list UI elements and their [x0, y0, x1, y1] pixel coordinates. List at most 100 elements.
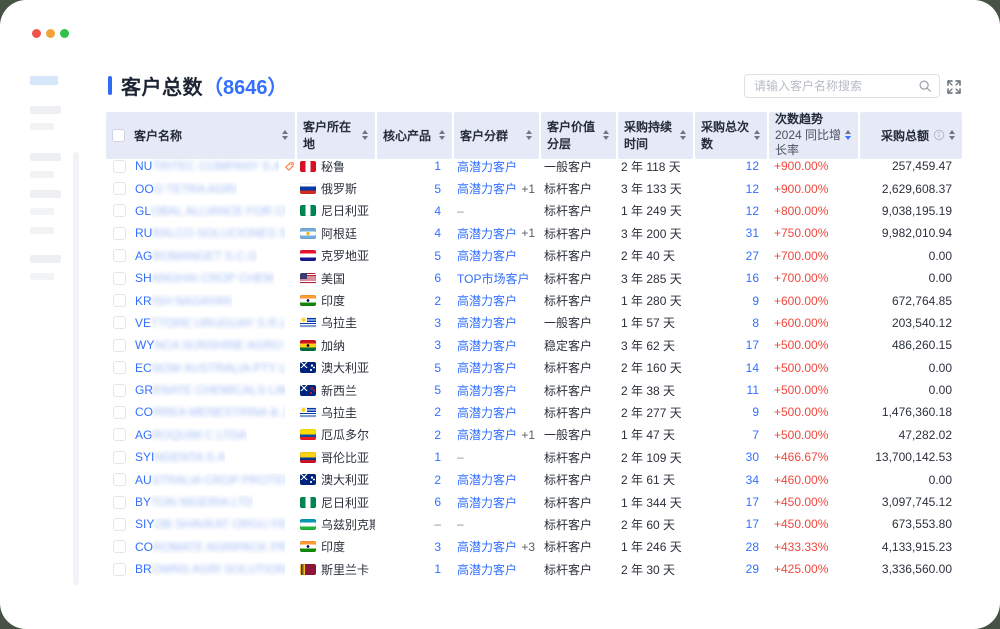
- sidebar-item[interactable]: [30, 255, 61, 263]
- purchase-count[interactable]: 8: [752, 316, 759, 330]
- segment-link[interactable]: –: [457, 204, 464, 218]
- segment-link[interactable]: –: [457, 517, 464, 531]
- column-header-location[interactable]: 客户所在地: [297, 112, 375, 159]
- core-product-count[interactable]: 2: [434, 294, 441, 308]
- core-product-count[interactable]: 5: [434, 383, 441, 397]
- search-input[interactable]: [752, 78, 918, 94]
- row-checkbox[interactable]: [113, 563, 126, 576]
- core-product-count[interactable]: 2: [434, 473, 441, 487]
- core-product-count[interactable]: 4: [434, 204, 441, 218]
- segment-link[interactable]: 高潜力客户: [457, 404, 517, 421]
- sort-icon[interactable]: [362, 130, 368, 140]
- row-checkbox[interactable]: [113, 316, 126, 329]
- segment-link[interactable]: 高潜力客户: [457, 225, 517, 242]
- customer-name-link[interactable]: ECNOW AUSTRALIA PTY LIMITED: [135, 361, 285, 375]
- sort-icon[interactable]: [949, 130, 955, 140]
- core-product-count[interactable]: 3: [434, 338, 441, 352]
- purchase-count[interactable]: 34: [746, 473, 759, 487]
- column-header-duration[interactable]: 采购持续时间: [618, 112, 693, 159]
- customer-name-link[interactable]: AGROMANGET S.C.G: [135, 249, 257, 263]
- customer-name-link[interactable]: SHANGHAI CROP CHEM: [135, 271, 274, 285]
- purchase-count[interactable]: 7: [752, 428, 759, 442]
- sidebar-item[interactable]: [30, 153, 61, 161]
- core-product-count[interactable]: 2: [434, 428, 441, 442]
- core-product-count[interactable]: 3: [434, 540, 441, 554]
- segment-link[interactable]: 高潜力客户: [457, 426, 517, 443]
- info-circle-icon[interactable]: [933, 129, 945, 141]
- core-product-count[interactable]: 2: [434, 405, 441, 419]
- purchase-count[interactable]: 28: [746, 540, 759, 554]
- purchase-count[interactable]: 27: [746, 249, 759, 263]
- row-checkbox[interactable]: [113, 294, 126, 307]
- row-checkbox[interactable]: [113, 406, 126, 419]
- purchase-count[interactable]: 31: [746, 226, 759, 240]
- row-checkbox[interactable]: [113, 160, 126, 173]
- segment-link[interactable]: 高潜力客户: [457, 538, 517, 555]
- row-checkbox[interactable]: [113, 540, 126, 553]
- core-product-count[interactable]: 5: [434, 182, 441, 196]
- purchase-count[interactable]: 11: [747, 383, 759, 397]
- core-product-count[interactable]: 1: [434, 450, 441, 464]
- purchase-count[interactable]: 14: [746, 361, 759, 375]
- segment-link[interactable]: 高潜力客户: [457, 471, 517, 488]
- search-icon[interactable]: [918, 79, 932, 93]
- sidebar-item[interactable]: [30, 208, 54, 215]
- row-checkbox[interactable]: [113, 249, 126, 262]
- customer-name-link[interactable]: OOO TETRA AGRI: [135, 182, 237, 196]
- segment-link[interactable]: 高潜力客户: [457, 247, 517, 264]
- purchase-count[interactable]: 29: [746, 562, 759, 576]
- core-product-count[interactable]: 6: [434, 495, 441, 509]
- segment-link[interactable]: 高潜力客户: [457, 337, 517, 354]
- row-checkbox[interactable]: [113, 473, 126, 486]
- column-header-segment[interactable]: 客户分群: [454, 112, 539, 159]
- sidebar-item[interactable]: [30, 227, 54, 234]
- segment-link[interactable]: 高潜力客户: [457, 382, 517, 399]
- customer-name-link[interactable]: BROWNS AGRI SOLUTIONS PVT LTD: [135, 562, 285, 576]
- purchase-count[interactable]: 17: [746, 517, 759, 531]
- purchase-count[interactable]: 17: [746, 338, 759, 352]
- customer-name-link[interactable]: SIYOB SHAVKAT ORGU FERMERX...: [135, 517, 285, 531]
- customer-name-link[interactable]: GLOBAL ALLIANCE FOR CHEMICA...: [135, 204, 285, 218]
- purchase-count[interactable]: 17: [746, 495, 759, 509]
- sort-icon[interactable]: [282, 130, 288, 140]
- row-checkbox[interactable]: [113, 339, 126, 352]
- row-checkbox[interactable]: [113, 428, 126, 441]
- purchase-count[interactable]: 12: [746, 159, 759, 173]
- sidebar-item[interactable]: [30, 171, 54, 178]
- sort-icon[interactable]: [439, 130, 445, 140]
- row-checkbox[interactable]: [113, 496, 126, 509]
- sidebar-item-active[interactable]: [30, 76, 58, 85]
- segment-link[interactable]: 高潜力客户: [457, 180, 517, 197]
- customer-name-link[interactable]: RURALCO SOLUCIONES S.A: [135, 226, 285, 240]
- column-header-total[interactable]: 采购总额: [860, 112, 962, 159]
- customer-name-link[interactable]: WYNCA SUNSHINE AGRO PRODU...: [135, 338, 285, 352]
- core-product-count[interactable]: 6: [434, 271, 441, 285]
- column-header-trend[interactable]: 次数趋势 2024 同比增长率: [769, 112, 858, 159]
- customer-name-link[interactable]: GRENATE CHEMICALS LIMITED: [135, 383, 285, 397]
- column-header-count[interactable]: 采购总次数: [695, 112, 767, 159]
- column-header-name[interactable]: 客户名称: [106, 112, 295, 159]
- row-checkbox[interactable]: [113, 518, 126, 531]
- segment-link[interactable]: 高潜力客户: [457, 494, 517, 511]
- core-product-count[interactable]: 5: [434, 361, 441, 375]
- minimize-button[interactable]: [46, 29, 55, 38]
- segment-link[interactable]: –: [457, 450, 464, 464]
- row-checkbox[interactable]: [113, 272, 126, 285]
- select-all-checkbox[interactable]: [112, 129, 125, 142]
- core-product-count[interactable]: –: [434, 517, 441, 531]
- sort-icon[interactable]: [680, 130, 686, 140]
- row-checkbox[interactable]: [113, 384, 126, 397]
- segment-link[interactable]: 高潜力客户: [457, 292, 517, 309]
- purchase-count[interactable]: 12: [746, 204, 759, 218]
- row-checkbox[interactable]: [113, 182, 126, 195]
- sort-icon-active[interactable]: [845, 130, 851, 140]
- purchase-count[interactable]: 9: [752, 405, 759, 419]
- sidebar-item[interactable]: [30, 106, 61, 114]
- customer-name-link[interactable]: KRISH NAGAYAN: [135, 294, 232, 308]
- sort-icon[interactable]: [754, 130, 760, 140]
- purchase-count[interactable]: 12: [746, 182, 759, 196]
- sidebar-item[interactable]: [30, 273, 54, 280]
- purchase-count[interactable]: 16: [746, 271, 759, 285]
- segment-link[interactable]: 高潜力客户: [457, 561, 517, 578]
- sidebar-item[interactable]: [30, 123, 54, 130]
